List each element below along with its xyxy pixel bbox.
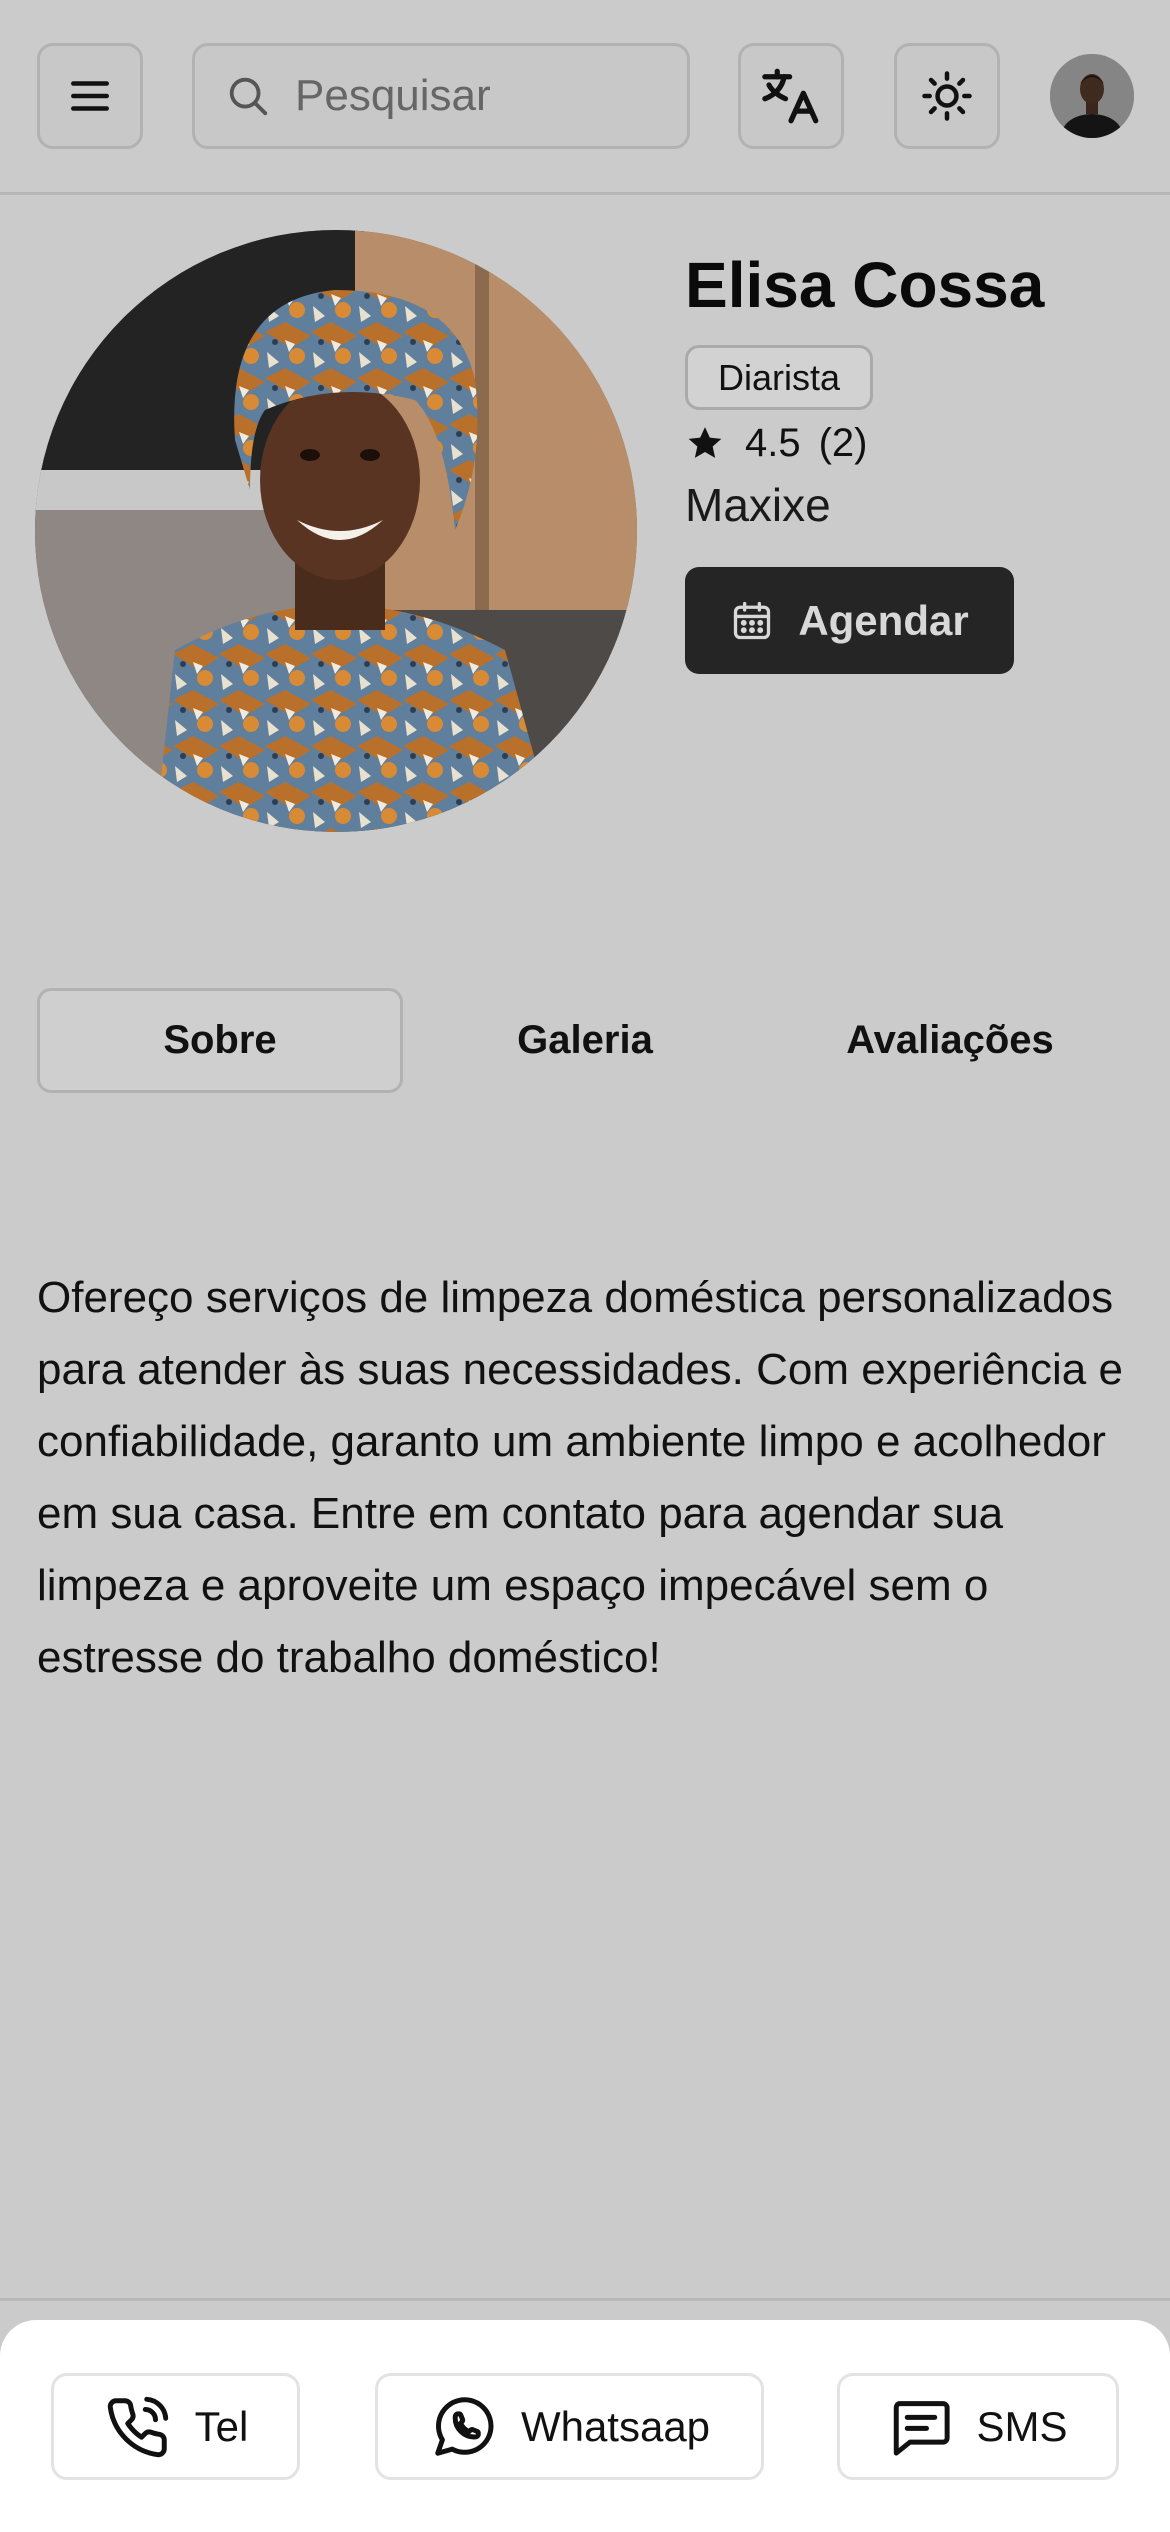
calendar-icon — [734, 601, 771, 639]
location: Maxixe — [685, 479, 831, 531]
contact-bar: Tel Whatsaap SMS — [0, 2320, 1170, 2532]
search-icon — [229, 77, 268, 116]
message-icon — [894, 2400, 951, 2456]
rating-value: 4.5 — [745, 420, 801, 465]
whatsapp-icon — [435, 2396, 494, 2456]
sms-button[interactable]: SMS — [837, 2373, 1119, 2480]
tab-about[interactable]: Sobre — [37, 988, 403, 1093]
translate-icon — [762, 68, 819, 124]
category-badge: Diarista — [685, 345, 873, 410]
profile-photo-image — [35, 230, 637, 832]
whatsapp-button-label: Whatsaap — [520, 2402, 711, 2450]
tab-gallery[interactable]: Galeria — [402, 988, 768, 1093]
user-avatar-image — [1050, 54, 1134, 138]
profile-tabs: Sobre Galeria Avaliações — [37, 988, 1133, 1093]
sms-button-label: SMS — [976, 2402, 1068, 2450]
star-icon — [688, 427, 722, 458]
translate-button[interactable] — [738, 43, 844, 149]
profile-name: Elisa Cossa — [685, 249, 1045, 321]
book-button[interactable]: Agendar — [685, 567, 1014, 674]
book-button-label: Agendar — [798, 596, 969, 644]
hamburger-menu-icon — [71, 81, 109, 111]
rating: 4.5 (2) — [685, 415, 868, 471]
whatsapp-button[interactable]: Whatsaap — [375, 2373, 764, 2480]
bottom-divider — [0, 2298, 1170, 2301]
rating-count: (2) — [818, 420, 868, 465]
tab-reviews[interactable]: Avaliações — [767, 988, 1133, 1093]
call-button-label: Tel — [194, 2402, 249, 2450]
top-header — [0, 0, 1170, 195]
call-button[interactable]: Tel — [51, 2373, 300, 2480]
search-box[interactable] — [192, 43, 690, 149]
search-input[interactable] — [295, 61, 675, 131]
user-avatar[interactable] — [1050, 54, 1134, 138]
about-description: Ofereço serviços de limpeza doméstica pe… — [37, 1273, 1123, 1682]
theme-toggle-button[interactable] — [894, 43, 1000, 149]
menu-button[interactable] — [37, 43, 143, 149]
profile-photo — [35, 230, 637, 832]
sun-icon — [922, 71, 972, 121]
phone-call-icon — [107, 2396, 168, 2457]
